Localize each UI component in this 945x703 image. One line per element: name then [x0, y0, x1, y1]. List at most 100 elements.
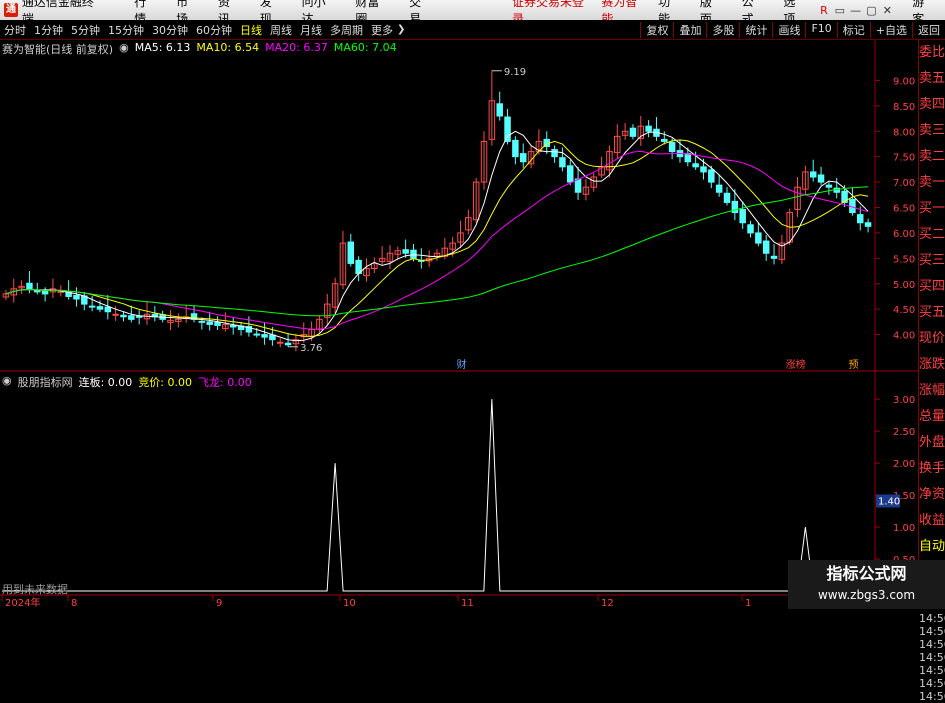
candle-body	[504, 116, 511, 142]
candle-body	[723, 192, 731, 203]
candle-body	[692, 163, 699, 168]
candle-body	[825, 184, 833, 188]
legend-ma20: MA20: 6.37	[265, 41, 328, 54]
side-panel-item: 14:56	[919, 638, 945, 651]
y-tick-label: 8.50	[893, 102, 915, 113]
event-marker: 财	[457, 358, 467, 371]
candle-body	[567, 165, 574, 183]
stock-title: 赛为智能(日线 前复权)	[2, 43, 114, 56]
candle-body	[747, 224, 754, 234]
ma-line-ma5	[5, 130, 869, 342]
event-marker: 涨榜	[786, 358, 806, 371]
main-legend: 赛为智能(日线 前复权) ◉ MA5: 6.13 MA10: 6.54 MA20…	[2, 41, 397, 57]
candle-body	[128, 315, 135, 320]
legend-ma10: MA10: 6.54	[196, 41, 260, 54]
ma-line-ma10	[5, 139, 869, 337]
candle-body	[253, 333, 260, 336]
indicator-line	[2, 399, 872, 592]
candle-body	[112, 313, 119, 316]
candle-body	[739, 209, 746, 224]
y-tick-label: 7.50	[893, 153, 915, 164]
legend-feilong: 飞龙: 0.00	[198, 376, 252, 389]
low-label: 3.76	[300, 343, 322, 354]
side-panel-item: 买五	[919, 305, 945, 320]
candle-body	[402, 249, 409, 254]
y-tick-label: 6.00	[893, 229, 915, 240]
side-panel-item: 买二	[919, 227, 945, 242]
indicator-legend: ◉ 股朋指标网 连板: 0.00 竞价: 0.00 飞龙: 0.00	[2, 374, 252, 390]
y-tick-label: 4.00	[893, 331, 915, 342]
legend-ma5: MA5: 6.13	[134, 41, 191, 54]
sub-y-tick-label: 3.00	[893, 395, 915, 406]
candle-body	[34, 290, 41, 293]
candle-body	[755, 232, 762, 244]
candle-body	[284, 342, 292, 346]
side-panel-item: 换手	[919, 461, 945, 476]
side-panel-item: 委比	[919, 45, 945, 60]
legend-jingjia: 竞价: 0.00	[138, 376, 193, 389]
side-panel-item: 净资	[919, 487, 945, 502]
x-tick-label: 10	[343, 598, 356, 609]
side-panel-item: 自动	[919, 539, 945, 554]
candle-body	[135, 315, 143, 318]
side-panel-item: 涨幅	[919, 383, 945, 398]
sub-y-tick-label: 2.00	[893, 459, 915, 470]
side-panel-item: 卖二	[919, 149, 945, 164]
candle-body	[817, 174, 825, 183]
side-panel-item: 收益	[919, 513, 945, 528]
side-panel-item: 卖一	[919, 175, 945, 190]
candle-body	[708, 169, 715, 183]
side-panel-item: 14:56	[919, 690, 945, 703]
candle-body	[770, 255, 778, 259]
candle-body	[684, 153, 692, 163]
side-panel-item: 买三	[919, 253, 945, 268]
legend-ma-toggle-icon[interactable]: ◉	[119, 41, 129, 57]
side-panel-item: 现价	[919, 331, 945, 346]
event-marker: 预	[848, 359, 858, 371]
candle-body	[496, 103, 503, 117]
x-tick-label: 1	[745, 598, 751, 609]
side-panel-item: 卖四	[919, 97, 945, 112]
y-tick-label: 8.00	[893, 127, 915, 138]
candle-body	[206, 321, 213, 325]
high-label: 9.19	[504, 67, 526, 78]
candle-body	[277, 341, 284, 344]
candle-body	[559, 157, 566, 168]
candle-body	[512, 139, 519, 158]
side-panel-item: 14:56	[919, 677, 945, 690]
cursor-value-label: 1.40	[878, 496, 900, 507]
y-tick-label: 4.50	[893, 305, 915, 316]
kline-chart[interactable]: 9.00 8.50 8.00 7.50 7.00 6.50 6.00 5.50 5.00 4.50…	[0, 0, 945, 609]
candle-body	[198, 320, 206, 323]
x-tick-label: 11	[461, 598, 474, 609]
y-tick-label: 6.50	[893, 204, 915, 215]
candle-body	[347, 241, 355, 264]
y-tick-label: 7.00	[893, 178, 915, 189]
candle-body	[26, 282, 33, 290]
candle-body	[645, 125, 652, 132]
side-panel-item: 14:56	[919, 651, 945, 664]
indicator-toggle-icon[interactable]: ◉	[2, 374, 12, 390]
candle-body	[629, 127, 637, 137]
candle-body	[41, 290, 49, 295]
watermark-url: www.zbgs3.com	[817, 588, 916, 602]
side-panel-item: 买一	[919, 201, 945, 216]
candle-body	[809, 171, 817, 178]
site-watermark: 指标公式网 www.zbgs3.com	[788, 560, 945, 609]
candle-body	[857, 214, 864, 224]
side-panel-item: 外盘	[919, 435, 945, 450]
candle-body	[668, 141, 676, 153]
y-tick-label: 5.50	[893, 254, 915, 265]
indicator-title: 股朋指标网	[17, 376, 73, 389]
candle-body	[574, 178, 582, 193]
x-tick-label: 12	[601, 598, 614, 609]
candle-body	[88, 305, 96, 308]
candle-body	[104, 306, 112, 313]
sub-y-tick-label: 2.50	[893, 427, 915, 438]
x-tick-label: 9	[216, 598, 222, 609]
legend-lianban: 连板: 0.00	[78, 376, 133, 389]
candle-body	[700, 166, 707, 173]
side-panel-item: 涨跌	[919, 357, 945, 372]
legend-ma60: MA60: 7.04	[333, 41, 397, 54]
x-tick-label: 8	[71, 598, 77, 609]
